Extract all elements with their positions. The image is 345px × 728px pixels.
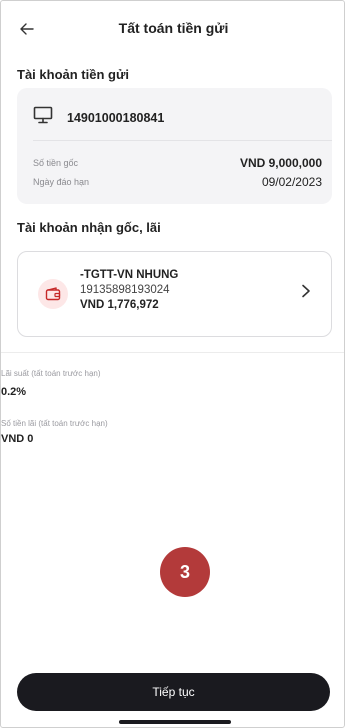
receive-account-balance: VND 1,776,972 <box>80 299 159 311</box>
monitor-icon <box>33 106 53 129</box>
home-indicator <box>119 720 231 724</box>
deposit-account-card: 14901000180841 Số tiền gốc VND 9,000,000… <box>17 88 332 204</box>
maturity-row: Ngày đáo hạn 09/02/2023 <box>33 175 322 189</box>
wallet-icon <box>38 279 68 309</box>
header: Tất toán tiền gửi <box>1 17 345 41</box>
chevron-right-icon <box>301 282 311 303</box>
maturity-label: Ngày đáo hạn <box>33 177 90 187</box>
continue-button[interactable]: Tiếp tục <box>17 673 330 711</box>
deposit-section-title: Tài khoản tiền gửi <box>17 67 129 82</box>
receive-account-name: -TGTT-VN NHUNG <box>80 269 179 281</box>
principal-value: VND 9,000,000 <box>239 156 322 170</box>
receive-section-title: Tài khoản nhận gốc, lãi <box>17 220 161 235</box>
receive-account-info: -TGTT-VN NHUNG 19135898193024 VND 1,776,… <box>80 268 178 313</box>
section-separator <box>1 352 344 353</box>
deposit-account-row: 14901000180841 <box>33 106 164 129</box>
interest-amount-value: VND 0 <box>1 433 34 445</box>
receive-account-number: 19135898193024 <box>80 284 170 296</box>
principal-row: Số tiền gốc VND 9,000,000 <box>33 156 322 170</box>
receive-account-card[interactable]: -TGTT-VN NHUNG 19135898193024 VND 1,776,… <box>17 251 332 337</box>
app-frame: Tất toán tiền gửi Tài khoản tiền gửi 149… <box>0 0 345 728</box>
page-title: Tất toán tiền gửi <box>118 20 229 36</box>
interest-amount-label: Số tiền lãi (tất toán trước hạn) <box>1 419 108 428</box>
interest-rate-value: 0.2% <box>1 386 27 398</box>
maturity-value: 09/02/2023 <box>261 175 322 189</box>
interest-rate-label: Lãi suất (tất toán trước hạn) <box>1 369 101 378</box>
principal-label: Số tiền gốc <box>33 158 79 168</box>
step-badge: 3 <box>160 547 210 597</box>
card-divider <box>33 140 332 141</box>
deposit-account-number: 14901000180841 <box>67 110 165 125</box>
